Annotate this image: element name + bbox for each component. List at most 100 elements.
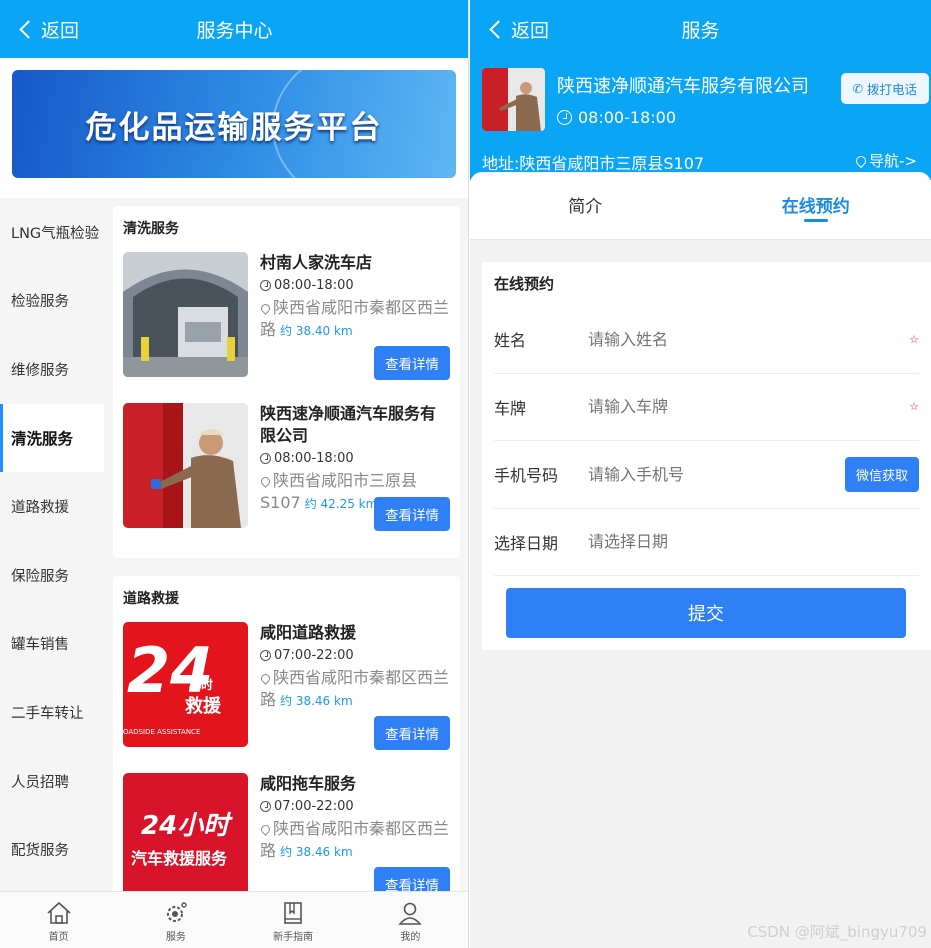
shop-distance: 约 38.40 km [280,324,353,338]
sidebar-item-cleaning[interactable]: 清洗服务 [0,403,104,473]
shop-hours: 07:00-22:00 [274,648,354,663]
clock-icon [557,110,572,125]
page-title: 服务中心 [196,20,273,42]
shop-name: 咸阳道路救援 [260,623,357,642]
field-label: 选择日期 [494,533,559,553]
service-list: 清洗服务 村南人家洗车店 08:00-18:00 陕西省咸阳市秦都区西兰路 约 … [113,206,460,946]
detail-tabs: 简介 在线预约 [470,172,931,240]
list-item[interactable]: 村南人家洗车店 08:00-18:00 陕西省咸阳市秦都区西兰路约 38.40 … [123,252,450,380]
navigate-label: 导航-> [869,152,917,170]
wechat-get-button[interactable]: 微信获取 [844,456,919,492]
list-item[interactable]: 24 小时 救援 OADSIDE ASSISTANCE 咸阳道路救援 07:00… [123,622,450,750]
sidebar-item-recruitment[interactable]: 人员招聘 [0,747,104,816]
platform-banner[interactable]: 危化品运输服务平台 [12,70,456,178]
carwash-photo [123,252,248,377]
navigate-link[interactable]: 导航-> [853,150,917,171]
date-picker[interactable] [588,532,808,552]
list-item[interactable]: 24小时 汽车救援服务 咸阳拖车服务 07:00-22:00 陕西省咸阳市秦都区… [123,773,450,901]
shop-hours: 08:00-18:00 [274,278,354,293]
tab-label: 新手指南 [273,932,314,943]
user-icon [398,902,423,925]
sidebar-item-lng[interactable]: LNG气瓶检验 [0,198,104,267]
top-bar: 返回 服务中心 [0,0,468,58]
phone-icon: ✆ [852,81,863,96]
rescue-24h-logo: 24 小时 救援 OADSIDE ASSISTANCE [123,622,248,747]
banner-area: 危化品运输服务平台 [0,58,468,198]
shop-distance: 约 42.25 km [304,497,378,511]
location-pin-icon [259,302,272,315]
view-details-button[interactable]: 查看详情 [374,716,450,750]
tab-mine[interactable]: 我的 [352,892,468,948]
location-pin-icon [259,672,272,685]
clock-icon [260,453,271,464]
shop-hours: 08:00-18:00 [274,451,354,466]
view-details-button[interactable]: 查看详情 [374,346,450,380]
service-gear-icon [166,902,187,922]
plate-input[interactable] [588,397,808,417]
location-pin-icon [853,153,869,168]
shop-name: 咸阳拖车服务 [260,774,357,793]
watermark: CSDN @阿斌_bingyu709 [747,923,927,941]
required-star-icon: ☆ [909,400,919,414]
home-icon [47,901,71,924]
category-sidebar: LNG气瓶检验 检验服务 维修服务 清洗服务 道路救援 保险服务 罐车销售 二手… [0,198,104,884]
section-title: 道路救援 [123,591,179,607]
shop-name: 陕西速净顺通汽车服务有限公司 [260,404,437,445]
field-label: 手机号码 [494,466,559,486]
plate-row: 车牌 ☆ [494,374,919,441]
sidebar-item-repair[interactable]: 维修服务 [0,335,104,404]
tow-service-logo: 24小时 汽车救援服务 [123,773,248,898]
call-button[interactable]: ✆ 拨打电话 [840,73,929,104]
rescue-word-text: 救援 [185,696,221,717]
required-star-icon: ☆ [909,332,919,346]
tab-home[interactable]: 首页 [0,892,117,948]
bottom-tab-bar: 首页 服务 新手指南 我的 [0,891,468,948]
clock-icon [260,650,271,661]
phone-input[interactable] [588,464,808,484]
tab-guide[interactable]: 新手指南 [235,892,352,948]
sidebar-item-cargo[interactable]: 配货服务 [0,815,104,884]
tab-intro[interactable]: 简介 [470,172,701,239]
tow-line2-text: 汽车救援服务 [131,849,228,868]
company-photo [482,68,545,131]
sidebar-item-tanker-sales[interactable]: 罐车销售 [0,610,104,679]
call-label: 拨打电话 [866,82,917,97]
tab-service[interactable]: 服务 [117,892,234,948]
section-title: 清洗服务 [123,221,179,237]
banner-text: 危化品运输服务平台 [85,109,383,146]
sidebar-item-used-car[interactable]: 二手车转让 [0,678,104,747]
form-title: 在线预约 [494,275,555,293]
tow-line1-text: 24小时 [141,811,230,841]
tab-booking[interactable]: 在线预约 [701,172,931,239]
tab-label: 我的 [400,932,421,943]
shop-distance: 约 38.46 km [280,845,353,859]
company-address: 地址:陕西省咸阳市三原县S107 [482,154,705,173]
shop-distance: 约 38.46 km [280,694,353,708]
name-row: 姓名 ☆ [494,306,919,374]
book-icon [284,902,302,924]
rescue-english-text: OADSIDE ASSISTANCE [123,728,201,736]
field-label: 姓名 [494,331,527,351]
top-bar: 返回 服务 [470,0,931,58]
section-card-road-rescue: 道路救援 24 小时 救援 OADSIDE ASSISTANCE 咸阳道路救援 … [113,576,460,928]
sidebar-item-road-rescue[interactable]: 道路救援 [0,472,104,541]
worker-photo [123,403,248,528]
date-row: 选择日期 [494,509,919,576]
clock-icon [260,801,271,812]
company-name: 陕西速净顺通汽车服务有限公司 [557,76,809,97]
sidebar-item-insurance[interactable]: 保险服务 [0,541,104,610]
view-details-button[interactable]: 查看详情 [374,497,450,531]
page-title: 服务 [681,20,720,42]
company-header: 陕西速净顺通汽车服务有限公司 08:00-18:00 ✆ 拨打电话 地址:陕西省咸… [470,58,931,180]
tab-label: 服务 [165,932,186,943]
sidebar-item-inspection[interactable]: 检验服务 [0,267,104,336]
section-card-cleaning: 清洗服务 村南人家洗车店 08:00-18:00 陕西省咸阳市秦都区西兰路 约 … [113,206,460,558]
service-center-screen: 返回 服务中心 危化品运输服务平台 LNG气瓶检验 检验服务 维修服务 清洗服务… [0,0,469,948]
submit-button[interactable]: 提交 [506,588,906,638]
service-detail-screen: 返回 服务 陕西速净顺通汽车服务有限公司 08:00-18:00 ✆ 拨打电话 地… [470,0,931,948]
list-item[interactable]: 陕西速净顺通汽车服务有限公司 08:00-18:00 陕西省咸阳市三原县S107… [123,403,450,531]
name-input[interactable] [588,329,808,349]
clock-icon [260,280,271,291]
phone-row: 手机号码 微信获取 [494,441,919,509]
tab-label: 首页 [48,932,69,943]
